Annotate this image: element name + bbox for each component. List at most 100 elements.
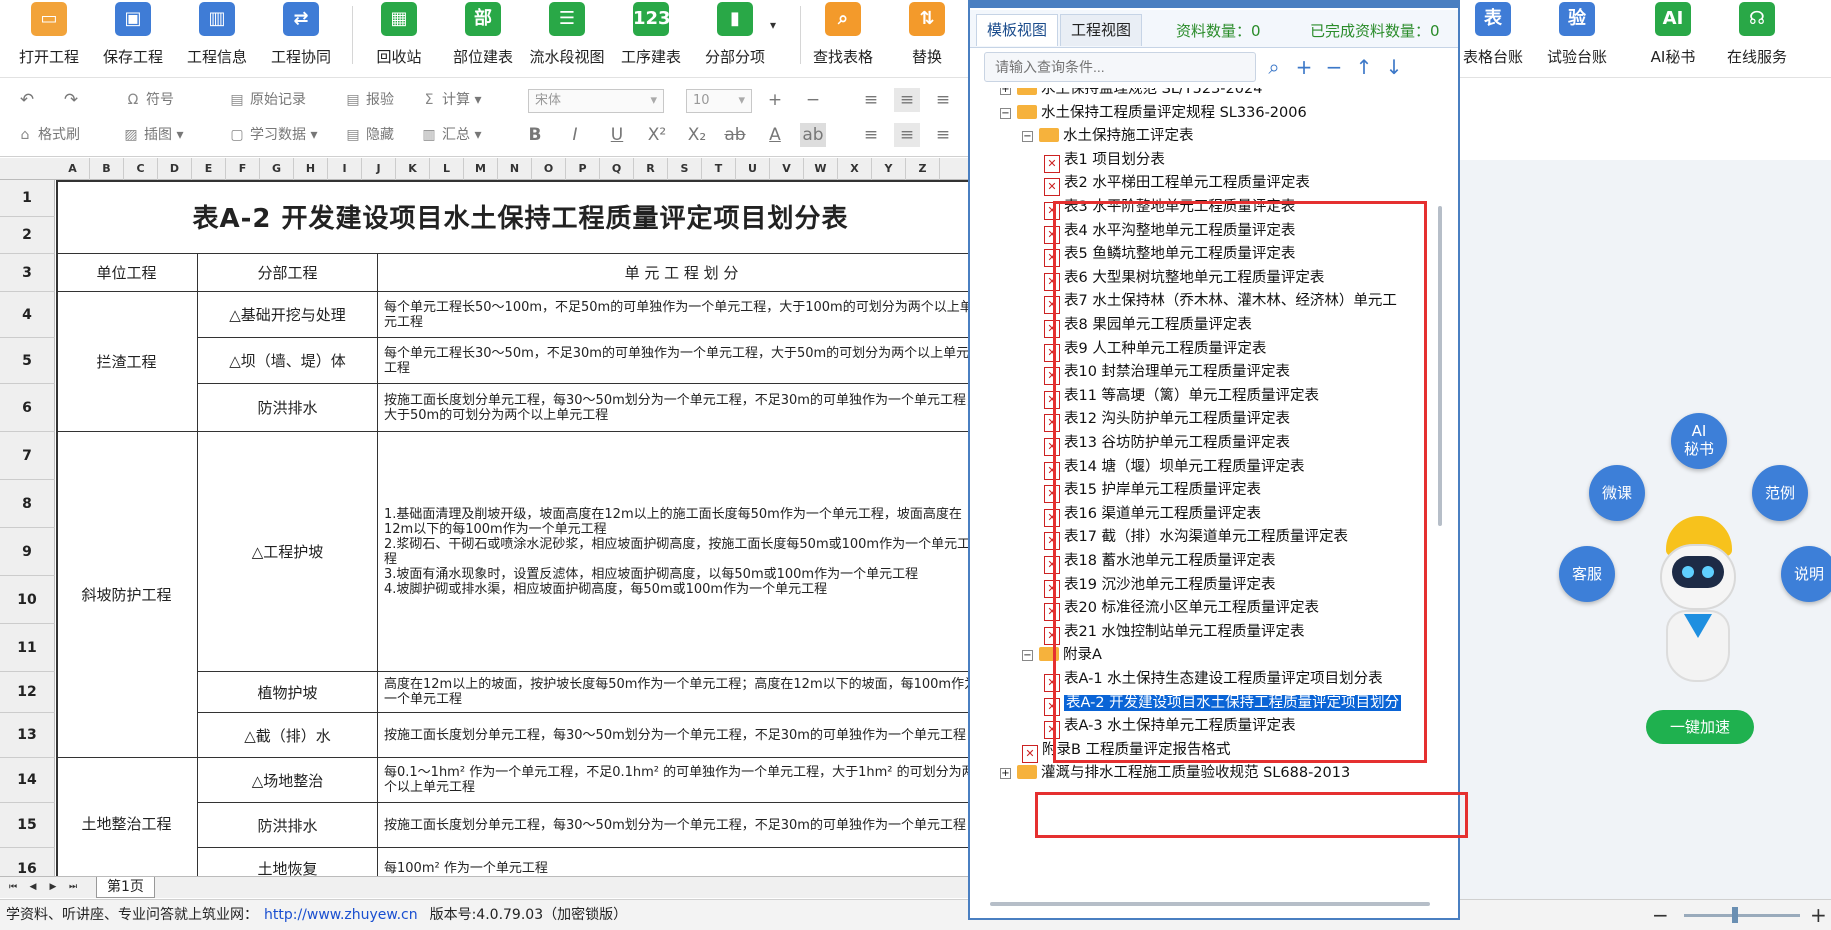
prev-sheet-icon[interactable]: ◀ — [26, 880, 40, 894]
row-header[interactable]: 2 — [0, 217, 55, 254]
align-bottom-icon[interactable]: ≡ — [930, 88, 956, 112]
sheet-tab[interactable]: 第1页 — [96, 877, 155, 898]
zoom-in-icon[interactable]: + — [1810, 900, 1827, 930]
tab-template-view[interactable]: 模板视图 — [976, 14, 1059, 46]
collapse-icon[interactable]: − — [1000, 108, 1011, 119]
partition-cell[interactable]: 按施工面长度划分单元工程，每30～50m划分为一个单元工程，不足30m的可单独作… — [378, 713, 968, 758]
collapse-icon[interactable]: − — [1022, 650, 1033, 661]
row-header[interactable]: 14 — [0, 758, 55, 803]
collapse-icon[interactable]: − — [1022, 131, 1033, 142]
tree-scrollbar[interactable] — [1438, 206, 1442, 526]
partition-cell[interactable]: 每0.1～1hm² 作为一个单元工程，不足0.1hm² 的可单独作为一个单元工程… — [378, 758, 968, 803]
partition-cell[interactable]: 高度在12m以上的坡面，按护坡长度每50m作为一个单元工程；高度在12m以下的坡… — [378, 672, 968, 713]
align-top-icon[interactable]: ≡ — [858, 88, 884, 112]
underline-icon[interactable]: U — [604, 123, 630, 147]
insert-image-button[interactable]: ▨ 插图 ▾ — [122, 123, 183, 147]
column-header[interactable]: M — [464, 158, 498, 180]
tree-item[interactable]: ✕ 表2 水平梯田工程单元工程质量评定表 — [1044, 170, 1310, 196]
original-record-button[interactable]: ▤ 原始记录 — [228, 88, 306, 112]
column-header[interactable]: C — [124, 158, 158, 180]
column-header[interactable]: H — [294, 158, 328, 180]
zoom-slider-thumb[interactable] — [1732, 907, 1738, 923]
column-header[interactable]: U — [736, 158, 770, 180]
tree-folder[interactable]: + 灌溉与排水工程施工质量验收规范 SL688-2013 — [1000, 760, 1350, 786]
row-header[interactable]: 10 — [0, 576, 55, 624]
toolbar-button-6[interactable]: ☰ 流水段视图 — [524, 2, 610, 68]
zoom-out-icon[interactable]: − — [1652, 900, 1669, 930]
undo-icon[interactable]: ↶ — [14, 88, 40, 112]
expand-icon[interactable]: + — [1000, 768, 1011, 779]
division-cell[interactable]: △工程护坡 — [198, 432, 378, 672]
row-header[interactable]: 12 — [0, 672, 55, 713]
font-family-select[interactable]: 宋体 — [528, 89, 664, 113]
bold-icon[interactable]: B — [522, 123, 548, 147]
italic-icon[interactable]: I — [562, 123, 588, 147]
column-header[interactable]: E — [192, 158, 226, 180]
example-button[interactable]: 范例 — [1752, 465, 1808, 521]
toolbar-button-7[interactable]: 123 工序建表 — [608, 2, 694, 68]
column-header[interactable]: T — [702, 158, 736, 180]
redo-icon[interactable]: ↷ — [58, 88, 84, 112]
toolbar-right-button-1[interactable]: 验试验台账 — [1534, 2, 1620, 68]
division-cell[interactable]: △场地整治 — [198, 758, 378, 803]
column-header[interactable]: J — [362, 158, 396, 180]
column-header[interactable]: V — [770, 158, 804, 180]
partition-cell[interactable]: 每100m² 作为一个单元工程 — [378, 848, 968, 876]
website-link[interactable]: http://www.zhuyew.cn — [264, 907, 418, 923]
ai-secretary-button[interactable]: AI 秘书 — [1671, 413, 1727, 469]
partition-cell[interactable]: 按施工面长度划分单元工程，每30～50m划分为一个单元工程，不足30m的可单独作… — [378, 384, 968, 432]
column-header[interactable]: F — [226, 158, 260, 180]
last-sheet-icon[interactable]: ⏭ — [66, 880, 80, 894]
calculate-button[interactable]: Σ 计算 ▾ — [420, 88, 482, 112]
toolbar-button-8[interactable]: ▮ 分部分项 — [692, 2, 778, 68]
toolbar-button-2[interactable]: ▥ 工程信息 — [174, 2, 260, 68]
row-header[interactable]: 7 — [0, 432, 55, 480]
study-data-button[interactable]: ▢ 学习数据 ▾ — [228, 123, 317, 147]
increase-font-icon[interactable]: + — [762, 88, 788, 112]
zoom-slider[interactable] — [1684, 914, 1800, 917]
tree-folder[interactable]: − 水土保持施工评定表 — [1022, 123, 1194, 149]
strikethrough-icon[interactable]: ab — [722, 123, 748, 147]
toolbar-right-button-2[interactable]: AI AI秘书 — [1630, 2, 1716, 68]
summary-button[interactable]: ▥ 汇总 ▾ — [420, 123, 481, 147]
unit-cell[interactable]: 土地整治工程 — [56, 758, 198, 876]
font-color-icon[interactable]: A — [762, 123, 788, 147]
search-icon[interactable]: ⌕ — [1262, 54, 1286, 80]
remove-icon[interactable]: − — [1322, 54, 1346, 80]
column-header[interactable]: A — [56, 158, 90, 180]
division-cell[interactable]: 植物护坡 — [198, 672, 378, 713]
table-title[interactable]: 表A-2 开发建设项目水土保持工程质量评定项目划分表 — [56, 180, 968, 254]
row-header[interactable]: 8 — [0, 480, 55, 528]
tree-search-input[interactable] — [984, 52, 1256, 82]
partition-cell[interactable]: 1.基础面清理及削坡开级，坡面高度在12m以上的施工面长度每50m作为一个单元工… — [378, 432, 968, 672]
toolbar-button-5[interactable]: 部部位建表 — [440, 2, 526, 68]
column-header[interactable]: Y — [872, 158, 906, 180]
align-middle-icon[interactable]: ≡ — [894, 88, 920, 112]
align-center-icon[interactable]: ≡ — [894, 123, 920, 147]
micro-course-button[interactable]: 微课 — [1589, 465, 1645, 521]
row-header[interactable]: 9 — [0, 528, 55, 576]
header-division[interactable]: 分部工程 — [198, 254, 378, 292]
symbol-button[interactable]: Ω 符号 — [124, 88, 174, 112]
column-header[interactable]: G — [260, 158, 294, 180]
add-icon[interactable]: + — [1292, 54, 1316, 80]
row-header[interactable]: 1 — [0, 180, 55, 217]
row-header[interactable]: 3 — [0, 254, 55, 292]
toolbar-button-0[interactable]: ▭ 打开工程 — [6, 2, 92, 68]
toolbar-button-10[interactable]: ⇅ 替换 — [884, 2, 970, 68]
unit-cell[interactable]: 斜坡防护工程 — [56, 432, 198, 758]
hide-button[interactable]: ▤ 隐藏 — [344, 123, 394, 147]
partition-cell[interactable]: 每个单元工程长50～100m，不足50m的可单独作为一个单元工程，大于100m的… — [378, 292, 968, 338]
accelerate-button[interactable]: 一键加速 — [1646, 710, 1754, 744]
header-unit[interactable]: 单位工程 — [56, 254, 198, 292]
highlight-icon[interactable]: ab — [800, 123, 826, 147]
font-size-select[interactable]: 10 — [686, 89, 752, 113]
column-header[interactable]: O — [532, 158, 566, 180]
row-header[interactable]: 15 — [0, 803, 55, 848]
column-header[interactable]: Z — [906, 158, 940, 180]
customer-service-button[interactable]: 客服 — [1559, 546, 1615, 602]
column-header[interactable]: Q — [600, 158, 634, 180]
tree-hscrollbar[interactable] — [990, 902, 1430, 906]
division-cell[interactable]: 防洪排水 — [198, 803, 378, 848]
next-sheet-icon[interactable]: ▶ — [46, 880, 60, 894]
